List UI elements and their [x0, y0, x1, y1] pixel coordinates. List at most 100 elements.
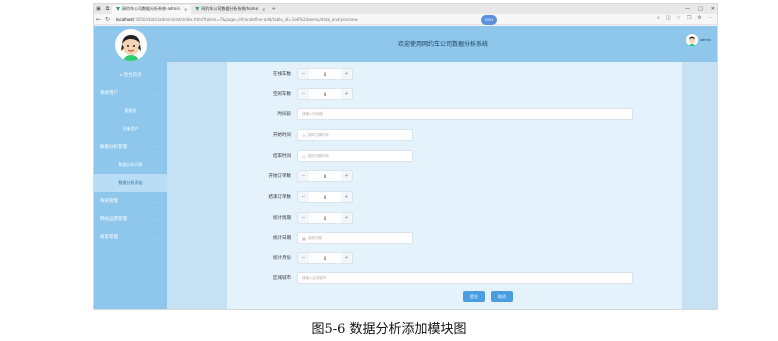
- menu-label: 系统用户: [100, 91, 118, 96]
- figure-caption: 图5-6 数据分析添加模块图: [311, 322, 467, 337]
- back-arrow-icon[interactable]: ←: [94, 15, 103, 24]
- browser-tab-1[interactable]: 网约车公司数据分析系统-admin ✕: [112, 4, 192, 14]
- menu-home[interactable]: ⌂ 后台首页: [94, 66, 167, 84]
- decrement-button[interactable]: −: [298, 89, 309, 99]
- field-label: 空闲车数: [273, 92, 291, 97]
- favorite-icon[interactable]: ☆: [677, 15, 681, 21]
- submit-button[interactable]: 提交: [463, 291, 485, 302]
- collections-icon[interactable]: ❐: [687, 15, 691, 21]
- new-tab-button[interactable]: +: [269, 5, 278, 14]
- increment-button[interactable]: +: [341, 89, 352, 99]
- split-view-icon[interactable]: ◫: [666, 15, 671, 21]
- add-form: 在线车数 − 0 + 空闲车数 − 0 + 时间段 请输入时间段 开始时间 ◷ …: [227, 62, 682, 309]
- time-period-input[interactable]: 请输入时间段: [297, 108, 633, 120]
- field-label: 区域城市: [273, 276, 291, 281]
- end-time-picker[interactable]: ◷ 选择日期时间: [297, 150, 413, 162]
- site-favicon-icon: [195, 7, 200, 11]
- browser-badge[interactable]: 2023: [481, 15, 497, 25]
- menu-analysis-list[interactable]: 数据分析列表: [94, 156, 167, 174]
- address-bar[interactable]: localhost :5050/static/admin/dist/index.…: [116, 15, 476, 23]
- increment-button[interactable]: +: [341, 213, 352, 223]
- browser-tools: ⌕ ◫ ☆ ❐ ⚙ ⋯: [657, 15, 713, 21]
- menu-label: 管理员: [124, 108, 137, 113]
- chevron-down-icon: ⌄: [155, 198, 159, 204]
- maximize-button[interactable]: □: [698, 6, 703, 12]
- chevron-down-icon: ⌄: [155, 234, 159, 240]
- tab-actions-icon[interactable]: ⧉: [103, 5, 112, 14]
- user-avatar-icon: [686, 34, 699, 46]
- decrement-button[interactable]: −: [298, 171, 309, 181]
- close-tab-icon[interactable]: ✕: [262, 7, 265, 12]
- decrement-button[interactable]: −: [298, 192, 309, 202]
- browser-tab-2[interactable]: 网约车公司数据分析系统/home ✕: [191, 5, 269, 14]
- chevron-down-icon: ⌄: [155, 90, 159, 96]
- start-orders-stepper[interactable]: − 0 +: [297, 170, 353, 182]
- zoom-icon[interactable]: ⌕: [657, 15, 660, 21]
- tab-title: 网约车公司数据分析系统-admin: [122, 6, 180, 11]
- form-row-stat-month: 统计月份 − 0 +: [227, 252, 353, 264]
- close-tab-icon[interactable]: ✕: [184, 7, 187, 12]
- stepper-value[interactable]: 0: [309, 171, 341, 181]
- stat-cycle-stepper[interactable]: − 0 +: [297, 212, 353, 224]
- decrement-button[interactable]: −: [298, 213, 309, 223]
- cancel-button[interactable]: 取消: [491, 291, 513, 302]
- menu-data-analysis[interactable]: 数据分析管理 ⌃: [94, 138, 167, 156]
- field-label: 统计周期: [273, 216, 291, 221]
- increment-button[interactable]: +: [341, 192, 352, 202]
- field-label: 开始时间: [273, 133, 291, 138]
- app: ⌂ 后台首页 系统用户 ⌄ 管理员 注册用户 数据分析管理 ⌃ 数据分析列表 数…: [94, 26, 717, 309]
- increment-button[interactable]: +: [341, 171, 352, 181]
- user-menu[interactable]: admin: [686, 34, 711, 46]
- field-label: 在线车数: [273, 72, 291, 77]
- field-label: 结束订单数: [268, 195, 292, 200]
- window-menu-icon[interactable]: ▣: [94, 5, 103, 14]
- stepper-value[interactable]: 0: [309, 213, 341, 223]
- minimize-button[interactable]: —: [685, 6, 690, 12]
- more-icon[interactable]: ⋯: [708, 15, 713, 21]
- menu-site-ops[interactable]: 网站运营管理 ⌄: [94, 210, 167, 228]
- menu-system-users[interactable]: 系统用户 ⌄: [94, 84, 167, 102]
- window-controls: — □ ✕: [685, 4, 715, 14]
- tab-title: 网约车公司数据分析系统/home: [201, 6, 259, 11]
- form-row-start-orders: 开始订单数 − 0 +: [227, 170, 353, 182]
- increment-button[interactable]: +: [341, 253, 352, 263]
- stepper-value[interactable]: 0: [309, 192, 341, 202]
- stepper-value[interactable]: 0: [309, 253, 341, 263]
- menu-merchants[interactable]: 商家管理 ⌄: [94, 228, 167, 246]
- close-window-button[interactable]: ✕: [711, 6, 715, 12]
- picker-placeholder: 选择日期: [307, 235, 322, 240]
- decrement-button[interactable]: −: [298, 253, 309, 263]
- reload-icon[interactable]: ↻: [103, 15, 112, 24]
- clock-icon: ◷: [302, 153, 306, 159]
- form-row-stat-date: 统计日期 ▦ 选择日期: [227, 232, 413, 244]
- menu-label: 注册用户: [122, 126, 139, 131]
- form-row-region-city: 区域城市 请输入区域城市: [227, 272, 633, 284]
- stepper-value[interactable]: 0: [309, 69, 341, 79]
- address-row: ← ↻ localhost :5050/static/admin/dist/in…: [94, 14, 717, 25]
- end-orders-stepper[interactable]: − 0 +: [297, 191, 353, 203]
- browser-window: ▣ ⧉ 网约车公司数据分析系统-admin ✕ 网约车公司数据分析系统/home…: [93, 3, 718, 310]
- stat-month-stepper[interactable]: − 0 +: [297, 252, 353, 264]
- menu-system-manage[interactable]: 系统管理 ⌄: [94, 192, 167, 210]
- main-content: 在线车数 − 0 + 空闲车数 − 0 + 时间段 请输入时间段 开始时间 ◷ …: [167, 62, 717, 309]
- tab-bar: ▣ ⧉ 网约车公司数据分析系统-admin ✕ 网约车公司数据分析系统/home…: [94, 4, 717, 14]
- extensions-icon[interactable]: ⚙: [698, 15, 702, 21]
- stat-date-picker[interactable]: ▦ 选择日期: [297, 232, 413, 244]
- form-row-online-cars: 在线车数 − 0 +: [227, 68, 353, 80]
- form-row-idle-cars: 空闲车数 − 0 +: [227, 88, 353, 100]
- avatar: [115, 29, 147, 61]
- start-time-picker[interactable]: ◷ 选择日期时间: [297, 129, 413, 141]
- menu-analysis-add[interactable]: 数据分析添加: [94, 174, 167, 192]
- idle-cars-stepper[interactable]: − 0 +: [297, 88, 353, 100]
- decrement-button[interactable]: −: [298, 69, 309, 79]
- menu-admins[interactable]: 管理员: [94, 102, 167, 120]
- online-cars-stepper[interactable]: − 0 +: [297, 68, 353, 80]
- side-menu: ⌂ 后台首页 系统用户 ⌄ 管理员 注册用户 数据分析管理 ⌃ 数据分析列表 数…: [94, 66, 167, 246]
- form-row-start-time: 开始时间 ◷ 选择日期时间: [227, 129, 413, 141]
- increment-button[interactable]: +: [341, 69, 352, 79]
- page-title: 欢迎使用网约车公司数据分析系统: [397, 41, 488, 48]
- region-city-input[interactable]: 请输入区域城市: [297, 272, 633, 284]
- stepper-value[interactable]: 0: [309, 89, 341, 99]
- menu-registered-users[interactable]: 注册用户: [94, 120, 167, 138]
- field-label: 统计月份: [273, 256, 291, 261]
